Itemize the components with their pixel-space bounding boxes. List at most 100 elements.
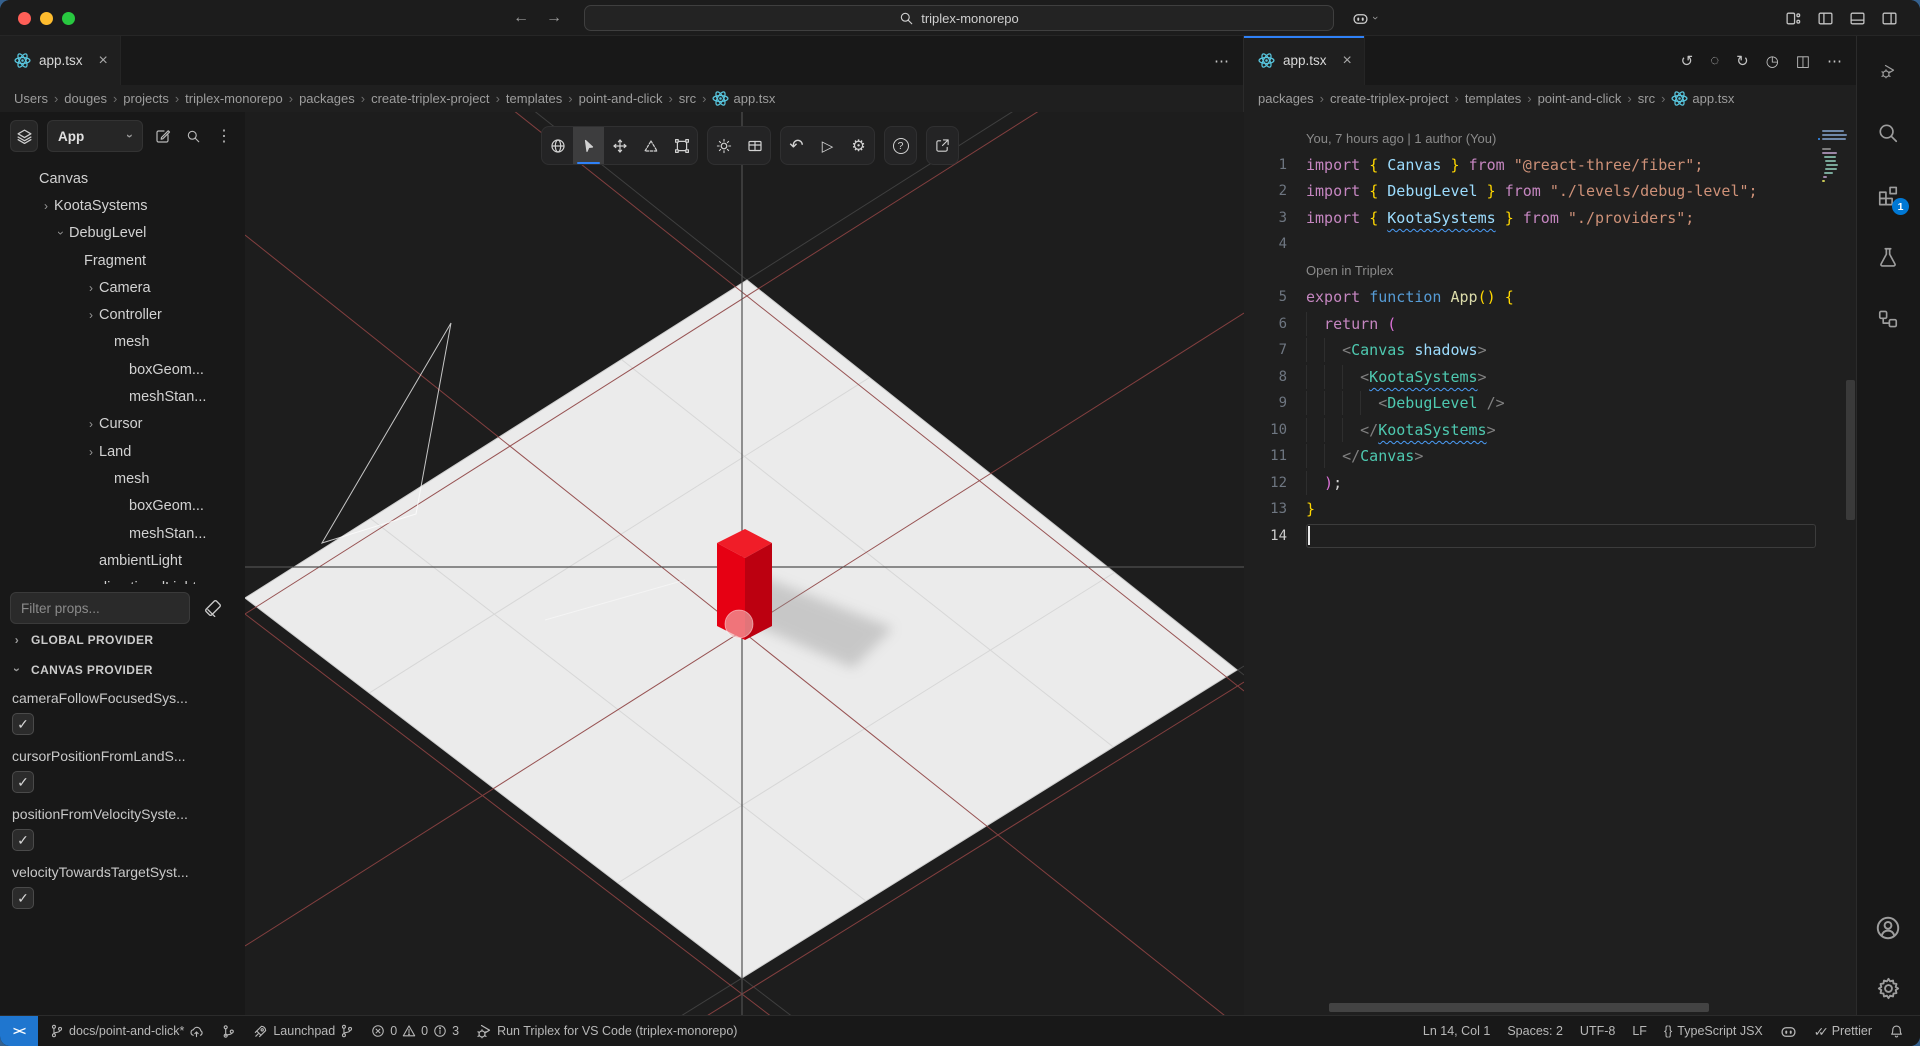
- gear-tool-button[interactable]: ⚙: [843, 127, 874, 164]
- code-line-8[interactable]: 8<KootaSystems>: [1244, 364, 1816, 391]
- tree-item-mesh[interactable]: mesh: [0, 329, 245, 356]
- undo-tool-button[interactable]: ↶: [781, 127, 812, 164]
- transform-box-tool-button[interactable]: [666, 127, 697, 164]
- code-line-2[interactable]: 2import { DebugLevel } from "./levels/de…: [1244, 178, 1816, 205]
- tree-item-Cursor[interactable]: ›Cursor: [0, 411, 245, 438]
- tab-app-tsx[interactable]: app.tsx ×: [1244, 36, 1365, 85]
- code-line-1[interactable]: 1import { Canvas } from "@react-three/fi…: [1244, 152, 1816, 179]
- provider-prop-checkbox[interactable]: ✓: [12, 713, 34, 735]
- vertical-scrollbar[interactable]: [1846, 380, 1855, 520]
- code-line-7[interactable]: 7<Canvas shadows>: [1244, 337, 1816, 364]
- code-line-5[interactable]: 5export function App() {: [1244, 284, 1816, 311]
- breadcrumb-item[interactable]: projects: [123, 91, 169, 106]
- breadcrumb-item[interactable]: create-triplex-project: [1330, 91, 1449, 106]
- provider-prop-checkbox[interactable]: ✓: [12, 829, 34, 851]
- minimap[interactable]: [1818, 114, 1846, 1015]
- 3d-scene-canvas[interactable]: [245, 112, 1244, 1015]
- breadcrumb-item[interactable]: packages: [299, 91, 355, 106]
- command-center-search[interactable]: triplex-monorepo: [584, 5, 1334, 31]
- layers-button[interactable]: [10, 120, 38, 152]
- customize-layout-icon[interactable]: [1785, 10, 1802, 27]
- chevron-right-icon[interactable]: ›: [83, 308, 99, 322]
- breadcrumb-item[interactable]: triplex-monorepo: [185, 91, 283, 106]
- extensions-activity-button[interactable]: 1: [1871, 178, 1905, 212]
- testing-beaker-activity-button[interactable]: [1871, 240, 1905, 274]
- code-editor[interactable]: You, 7 hours ago | 1 author (You)1import…: [1244, 112, 1856, 1015]
- status-prettier[interactable]: ✓✓Prettier: [1814, 1024, 1872, 1039]
- remote-indicator[interactable]: ><: [0, 1016, 38, 1046]
- status-cursor-position[interactable]: Ln 14, Col 1: [1423, 1024, 1490, 1038]
- timeline-clock-icon[interactable]: ◷: [1766, 52, 1779, 70]
- tree-item-directionalLight[interactable]: directionalLight: [0, 574, 245, 584]
- breadcrumb-item[interactable]: packages: [1258, 91, 1314, 106]
- circle-dash-icon[interactable]: ◌: [1710, 52, 1719, 69]
- breadcrumb-item[interactable]: templates: [1465, 91, 1521, 106]
- 3d-viewport[interactable]: ↶▷⚙?: [245, 112, 1243, 1015]
- tree-item-Fragment[interactable]: Fragment: [0, 247, 245, 274]
- more-ellipsis-icon[interactable]: ⋯: [1827, 52, 1842, 70]
- breadcrumb-item[interactable]: point-and-click: [579, 91, 663, 106]
- play-tool-button[interactable]: ▷: [812, 127, 843, 164]
- globe-tool-button[interactable]: [542, 127, 573, 164]
- breadcrumb-item[interactable]: templates: [506, 91, 562, 106]
- tree-item-boxGeom[interactable]: boxGeom...: [0, 356, 245, 383]
- toggle-primary-sidebar-icon[interactable]: [1817, 10, 1834, 27]
- sun-tool-button[interactable]: [708, 127, 739, 164]
- scale-triangle-tool-button[interactable]: [635, 127, 666, 164]
- tree-item-KootaSystems[interactable]: ›KootaSystems: [0, 192, 245, 219]
- status-run-triplex[interactable]: Run Triplex for VS Code (triplex-monorep…: [476, 1023, 737, 1039]
- breadcrumb-item[interactable]: create-triplex-project: [371, 91, 490, 106]
- account-person-button[interactable]: [1871, 911, 1905, 945]
- navigate-forward-icon[interactable]: →: [546, 9, 562, 27]
- code-line-3[interactable]: 3import { KootaSystems } from "./provide…: [1244, 205, 1816, 232]
- status-git-branch[interactable]: docs/point-and-click*: [50, 1024, 204, 1039]
- grid-frame-tool-button[interactable]: [739, 127, 770, 164]
- breadcrumb-item[interactable]: douges: [64, 91, 107, 106]
- code-line-9[interactable]: 9<DebugLevel />: [1244, 390, 1816, 417]
- more-actions-icon[interactable]: ⋯: [1214, 52, 1229, 70]
- status-indentation[interactable]: Spaces: 2: [1507, 1024, 1563, 1038]
- code-line-14[interactable]: 14: [1244, 523, 1816, 550]
- status-encoding[interactable]: UTF-8: [1580, 1024, 1615, 1038]
- nav-back-circle-icon[interactable]: ↺: [1681, 52, 1694, 70]
- cursor-tool-button[interactable]: [573, 127, 604, 164]
- tree-item-Land[interactable]: ›Land: [0, 438, 245, 465]
- navigate-back-icon[interactable]: ←: [513, 9, 529, 27]
- component-dropdown[interactable]: App ›: [47, 120, 143, 152]
- tree-item-meshStan[interactable]: meshStan...: [0, 520, 245, 547]
- horizontal-scrollbar[interactable]: [1329, 1003, 1709, 1012]
- status-language-mode[interactable]: {}TypeScript JSX: [1664, 1024, 1763, 1038]
- provider-header-canvas-provider[interactable]: ›CANVAS PROVIDER: [10, 656, 235, 684]
- search-icon[interactable]: [183, 127, 204, 146]
- breadcrumb-item[interactable]: Users: [14, 91, 48, 106]
- provider-prop-checkbox[interactable]: ✓: [12, 771, 34, 793]
- chevron-right-icon[interactable]: ›: [83, 417, 99, 431]
- tree-item-Controller[interactable]: ›Controller: [0, 301, 245, 328]
- close-tab-icon[interactable]: ×: [1343, 52, 1352, 70]
- filter-props-input[interactable]: [10, 592, 190, 624]
- tree-item-ambientLight[interactable]: ambientLight: [0, 547, 245, 574]
- external-link-tool-button[interactable]: [927, 127, 958, 164]
- status-problems[interactable]: 003: [371, 1024, 459, 1038]
- code-line-4[interactable]: 4: [1244, 231, 1816, 258]
- toggle-panel-icon[interactable]: [1849, 10, 1866, 27]
- status-launchpad[interactable]: Launchpad: [253, 1024, 354, 1039]
- breadcrumb-item[interactable]: app.tsx: [1671, 90, 1734, 107]
- breadcrumb-item[interactable]: app.tsx: [712, 90, 775, 107]
- close-window-button[interactable]: [18, 12, 31, 25]
- kebab-menu-icon[interactable]: ⋮: [213, 124, 235, 148]
- toggle-secondary-sidebar-icon[interactable]: [1881, 10, 1898, 27]
- tree-item-DebugLevel[interactable]: ›DebugLevel: [0, 220, 245, 247]
- chevron-right-icon[interactable]: ›: [83, 445, 99, 459]
- provider-header-global-provider[interactable]: ›GLOBAL PROVIDER: [10, 626, 235, 654]
- chevron-right-icon[interactable]: ›: [83, 281, 99, 295]
- tree-item-boxGeom[interactable]: boxGeom...: [0, 493, 245, 520]
- status-notifications[interactable]: [1889, 1024, 1904, 1039]
- tab-app-tsx[interactable]: app.tsx ×: [0, 36, 121, 85]
- split-editor-icon[interactable]: ◫: [1796, 52, 1810, 70]
- maximize-window-button[interactable]: [62, 12, 75, 25]
- debug-run-activity-button[interactable]: [1871, 54, 1905, 88]
- tree-item-meshStan[interactable]: meshStan...: [0, 383, 245, 410]
- code-line-11[interactable]: 11</Canvas>: [1244, 443, 1816, 470]
- chevron-right-icon[interactable]: ›: [38, 199, 54, 213]
